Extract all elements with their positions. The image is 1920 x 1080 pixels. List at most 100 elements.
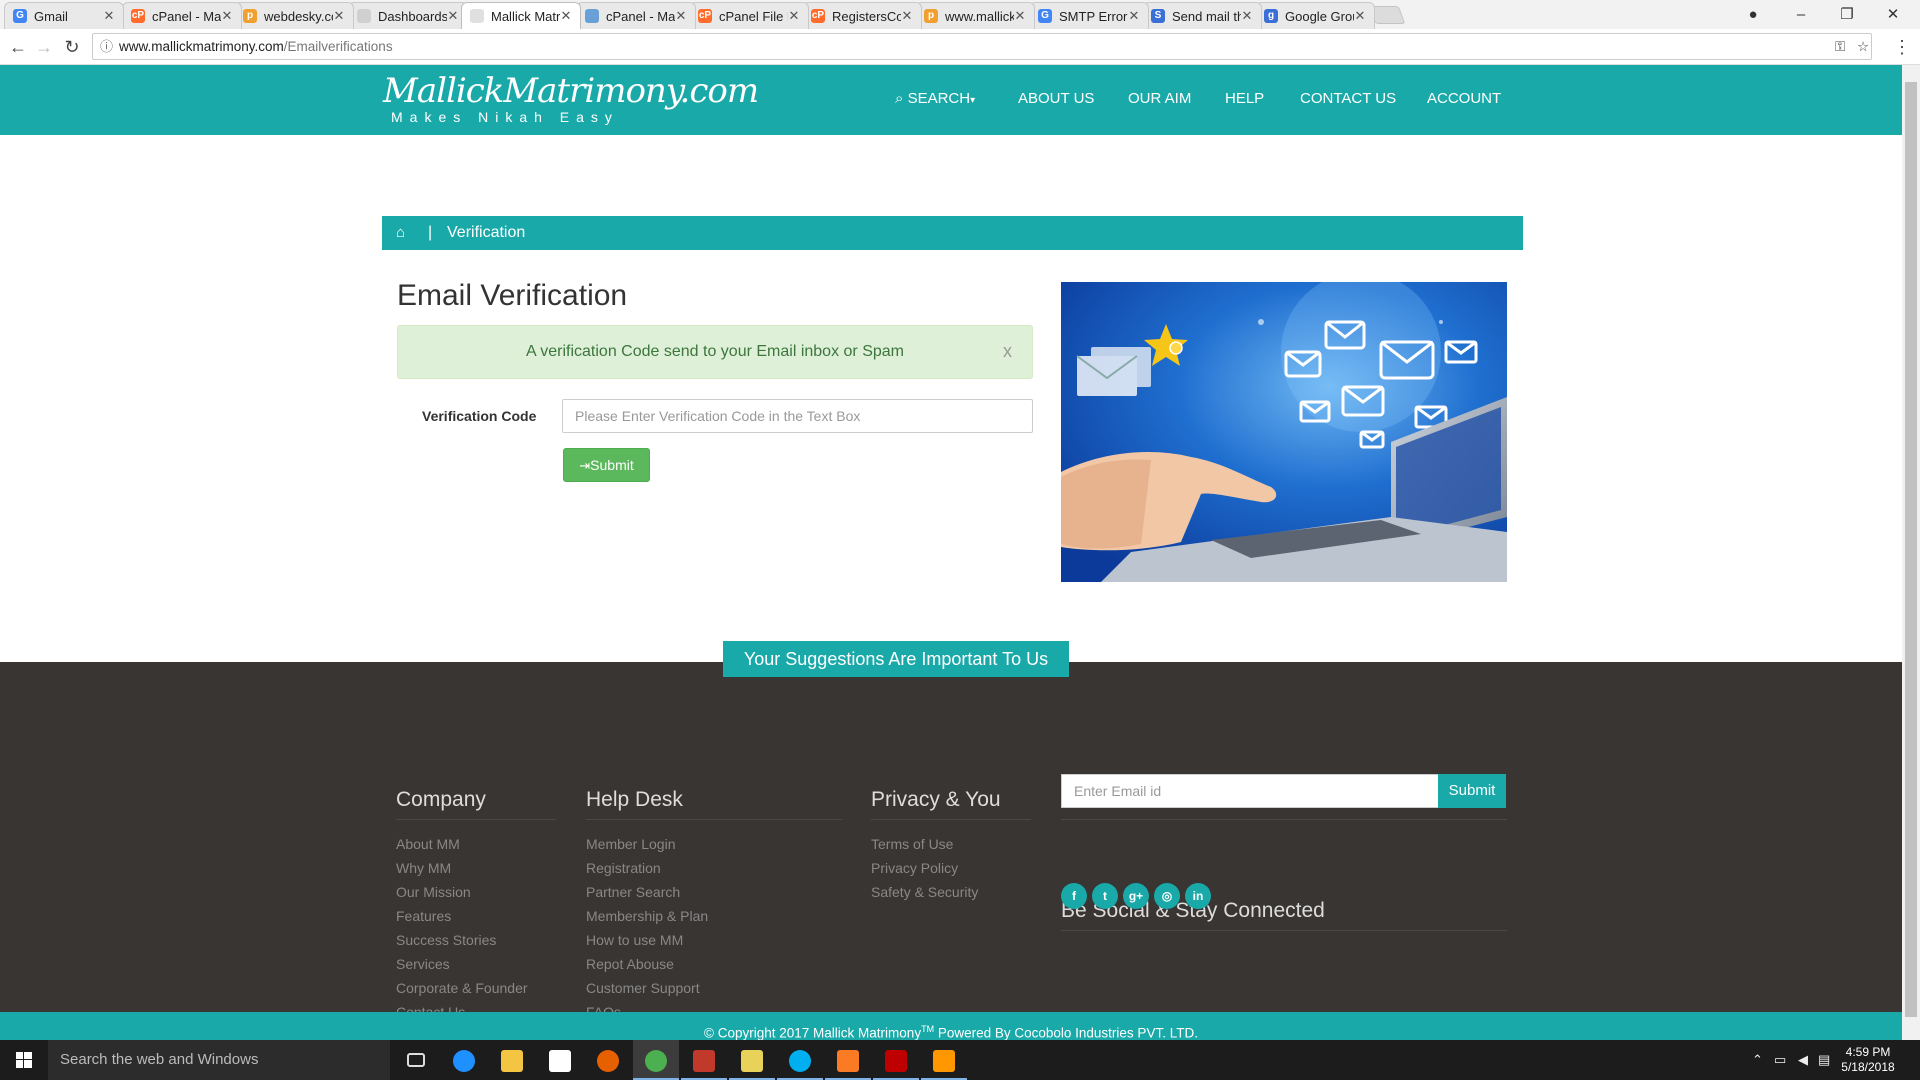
close-tab-icon[interactable]: ✕	[675, 8, 687, 24]
suggestions-button[interactable]: Your Suggestions Are Important To Us	[723, 641, 1069, 677]
footer-link[interactable]: Member Login	[586, 832, 708, 856]
twitter-icon[interactable]: t	[1092, 883, 1118, 909]
taskbar-app[interactable]	[537, 1040, 583, 1080]
browser-tab[interactable]: G Gmail ✕	[4, 2, 124, 29]
footer-link[interactable]: Safety & Security	[871, 880, 978, 904]
footer-link[interactable]: Partner Search	[586, 880, 708, 904]
taskbar-app[interactable]	[393, 1040, 439, 1080]
close-tab-icon[interactable]: ✕	[560, 8, 572, 24]
browser-tab[interactable]: S Send mail thro✕	[1142, 2, 1262, 29]
taskbar-search-box[interactable]: Search the web and Windows	[48, 1040, 390, 1080]
browser-tab[interactable]: cP cPanel File Mar✕	[689, 2, 809, 29]
footer-link[interactable]: Our Mission	[396, 880, 528, 904]
close-tab-icon[interactable]: ✕	[788, 8, 800, 24]
submit-button[interactable]: ⇥Submit	[563, 448, 650, 482]
facebook-icon[interactable]: f	[1061, 883, 1087, 909]
footer-link[interactable]: Corporate & Founder	[396, 976, 528, 1000]
close-tab-icon[interactable]: ✕	[901, 8, 913, 24]
bookmark-star-icon[interactable]: ☆	[1857, 34, 1869, 59]
footer-link[interactable]: Privacy Policy	[871, 856, 978, 880]
menu-item-contact-us[interactable]: CONTACT US	[1300, 89, 1396, 109]
notification-icon[interactable]: ▤	[1818, 1052, 1830, 1068]
google-plus-icon[interactable]: g+	[1123, 883, 1149, 909]
close-tab-icon[interactable]: ✕	[1014, 8, 1026, 24]
browser-tab[interactable]: p www.mallickma✕	[915, 2, 1035, 29]
reload-icon[interactable]: ↻	[60, 35, 84, 59]
alert-close-button[interactable]: x	[1003, 341, 1017, 362]
minimize-button[interactable]: –	[1778, 2, 1824, 28]
browser-tab[interactable]: Mallick Matrim✕	[461, 2, 581, 29]
browser-tab[interactable]: cPanel - Main✕	[576, 2, 696, 29]
cpanel-icon: cP	[131, 9, 145, 23]
restore-button[interactable]: ❐	[1824, 2, 1870, 28]
footer-link[interactable]: Customer Support	[586, 976, 708, 1000]
taskbar-clock[interactable]: 4:59 PM 5/18/2018	[1838, 1045, 1898, 1075]
footer-link[interactable]: Registration	[586, 856, 708, 880]
chrome-menu-icon[interactable]: ⋮	[1890, 35, 1914, 59]
back-icon[interactable]: ←	[6, 35, 30, 59]
close-tab-icon[interactable]: ✕	[333, 8, 345, 24]
taskbar-app[interactable]	[873, 1040, 919, 1080]
privacy-heading: Privacy & You	[871, 788, 1001, 811]
volume-icon[interactable]: ◀	[1798, 1052, 1808, 1068]
taskbar-app[interactable]	[825, 1040, 871, 1080]
menu-item-help[interactable]: HELP	[1225, 89, 1264, 109]
footer-link[interactable]: Membership & Plan	[586, 904, 708, 928]
phpmyadmin-icon: p	[924, 9, 938, 23]
close-tab-icon[interactable]: ✕	[221, 8, 233, 24]
newsletter-submit-button[interactable]: Submit	[1438, 774, 1506, 808]
network-icon[interactable]: ▭	[1774, 1052, 1786, 1068]
menu-item-search[interactable]: ⌕ SEARCH▾	[895, 89, 975, 111]
close-tab-icon[interactable]: ✕	[1241, 8, 1253, 24]
browser-tab[interactable]: p webdesky.com✕	[234, 2, 354, 29]
footer-link[interactable]: How to use MM	[586, 928, 708, 952]
menu-item-about-us[interactable]: ABOUT US	[1018, 89, 1094, 109]
footer-link[interactable]: About MM	[396, 832, 528, 856]
menu-item-our-aim[interactable]: OUR AIM	[1128, 89, 1191, 109]
browser-tab[interactable]: Dashboards ✕	[348, 2, 468, 29]
logo-tagline: Makes Nikah Easy	[391, 109, 619, 125]
windows-start-button[interactable]	[0, 1040, 48, 1080]
key-icon[interactable]: ⚿	[1835, 34, 1845, 59]
instagram-icon[interactable]: ◎	[1154, 883, 1180, 909]
close-tab-icon[interactable]: ✕	[1354, 8, 1366, 24]
browser-tab[interactable]: cP cPanel - Main✕	[122, 2, 242, 29]
close-tab-icon[interactable]: ✕	[447, 8, 459, 24]
taskbar-app[interactable]	[585, 1040, 631, 1080]
menu-item-account[interactable]: ACCOUNT	[1427, 89, 1501, 109]
tray-chevron-icon[interactable]: ⌃	[1752, 1052, 1763, 1068]
newsletter-email-input[interactable]	[1061, 774, 1439, 808]
taskbar-app[interactable]	[441, 1040, 487, 1080]
google-g-icon: G	[13, 9, 27, 23]
footer-link[interactable]: Features	[396, 904, 528, 928]
footer-link[interactable]: Repot Abouse	[586, 952, 708, 976]
taskbar-app[interactable]	[777, 1040, 823, 1080]
scrollbar-thumb[interactable]	[1905, 82, 1917, 1017]
taskbar-app[interactable]	[633, 1040, 679, 1080]
address-bar[interactable]: ⓘ www.mallickmatrimony.com/Emailverifica…	[92, 33, 1872, 60]
stackoverflow-icon: S	[1151, 9, 1165, 23]
browser-tab[interactable]: g Google Group✕	[1255, 2, 1375, 29]
footer-link[interactable]: Why MM	[396, 856, 528, 880]
footer-link[interactable]: Terms of Use	[871, 832, 978, 856]
profile-icon[interactable]: ●	[1730, 2, 1776, 28]
close-tab-icon[interactable]: ✕	[103, 8, 115, 24]
browser-tab[interactable]: cP RegistersContr✕	[802, 2, 922, 29]
forward-icon[interactable]: →	[32, 35, 56, 59]
footer-link[interactable]: Success Stories	[396, 928, 528, 952]
verification-code-input[interactable]	[562, 399, 1033, 433]
menu-item-label: ABOUT US	[1018, 90, 1095, 107]
taskbar-app[interactable]	[729, 1040, 775, 1080]
close-window-button[interactable]: ✕	[1870, 2, 1916, 28]
footer-link[interactable]: Services	[396, 952, 528, 976]
site-logo[interactable]: MallickMatrimony.com Makes Nikah Easy	[383, 71, 759, 125]
filezilla-icon	[885, 1050, 907, 1072]
home-icon[interactable]: ⌂	[396, 216, 405, 250]
taskbar-app[interactable]	[921, 1040, 967, 1080]
linkedin-icon[interactable]: in	[1185, 883, 1211, 909]
google-groups-icon: g	[1264, 9, 1278, 23]
close-tab-icon[interactable]: ✕	[1128, 8, 1140, 24]
browser-tab[interactable]: G SMTP Error: 53✕	[1029, 2, 1149, 29]
taskbar-app[interactable]	[681, 1040, 727, 1080]
taskbar-app[interactable]	[489, 1040, 535, 1080]
